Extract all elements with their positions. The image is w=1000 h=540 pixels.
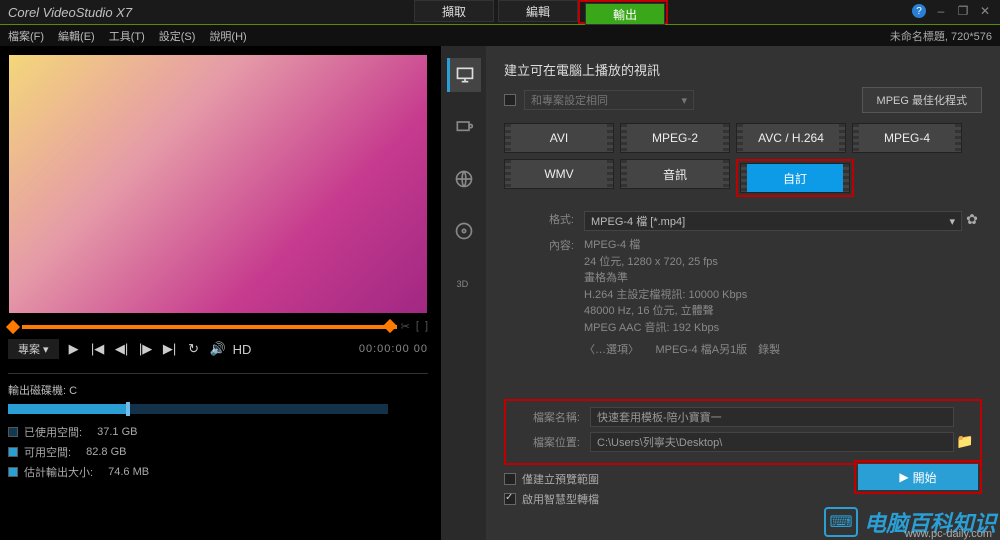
go-end-button[interactable]: ▶| [161,341,179,357]
mpeg-optimizer-button[interactable]: MPEG 最佳化程式 [862,87,982,113]
svg-text:3D: 3D [456,279,468,289]
watermark-logo-icon: ⌨ [824,507,858,537]
preview-only-label: 僅建立預覽範圍 [522,471,599,487]
format-label: 格式: [504,211,584,227]
chevron-down-icon: ▾ [949,215,955,228]
legend-used: 已使用空間: 37.1 GB [8,424,428,440]
project-status: 未命名標題, 720*576 [890,28,992,44]
menu-edit[interactable]: 編輯(E) [58,28,95,44]
sidetab-web[interactable] [447,162,481,196]
smart-render-label: 啟用智慧型轉檔 [522,491,599,507]
profile-dropdown[interactable]: 和專案設定相同▾ [524,90,694,110]
start-button[interactable]: ▶ 開始 [858,464,978,490]
highlight-start-button: ▶ 開始 [854,460,982,494]
swatch-used [8,427,18,437]
preview-only-checkbox[interactable] [504,473,516,485]
chevron-down-icon: ▾ [681,94,687,107]
smart-render-checkbox[interactable] [504,493,516,505]
preview-viewport[interactable] [8,54,428,314]
timeline-scrubber[interactable] [22,325,397,329]
format-grid: AVI MPEG-2 AVC / H.264 MPEG-4 WMV 音訊 自訂 [504,123,982,197]
content-details: MPEG-4 檔 24 位元, 1280 x 720, 25 fps 畫格為準 … [584,237,962,336]
tab-output[interactable]: 輸出 [585,3,665,25]
content-label: 內容: [504,237,584,253]
highlight-file-paths: 檔案名稱: 檔案位置: 📁 [504,399,982,465]
menu-file[interactable]: 檔案(F) [8,28,44,44]
format-mpeg4[interactable]: MPEG-4 [852,123,962,153]
output-category-tabs: 3D [440,46,486,540]
browse-folder-icon[interactable]: 📁 [954,433,976,450]
close-button[interactable]: ✕ [978,4,992,18]
location-input[interactable] [590,432,954,452]
play-button[interactable]: ▶ [65,341,83,357]
prev-frame-button[interactable]: ◀| [113,341,131,357]
location-label: 檔案位置: [510,434,590,450]
tab-capture[interactable]: 擷取 [414,0,494,22]
preview-pane: ✂ [ ] 專案 ▾ ▶ |◀ ◀| |▶ ▶| ↻ 🔊 HD 00:00:00… [0,46,440,540]
loop-button[interactable]: ↻ [185,341,203,357]
content-footer: 〈…選項〉 MPEG-4 檔A另1版 錄製 [584,342,962,359]
disk-title: 輸出磁碟機: C [8,382,428,398]
watermark-url: www.pc-daily.com [905,528,992,540]
pane-title: 建立可在電腦上播放的視訊 [504,60,982,79]
cut-icon[interactable]: ✂ [401,320,410,333]
mark-out-icon[interactable]: ] [425,320,428,333]
format-avc[interactable]: AVC / H.264 [736,123,846,153]
maximize-button[interactable]: ❐ [956,4,970,18]
minimize-button[interactable]: – [934,4,948,18]
app-title: Corel VideoStudio X7 [8,5,132,20]
same-as-project-checkbox[interactable] [504,94,516,106]
help-icon[interactable]: ? [912,4,926,18]
tab-edit[interactable]: 編輯 [498,0,578,22]
menu-help[interactable]: 說明(H) [209,28,246,44]
timeline-start-marker[interactable] [6,319,20,333]
hd-toggle[interactable]: HD [233,342,251,357]
output-settings-pane: 建立可在電腦上播放的視訊 和專案設定相同▾ MPEG 最佳化程式 AVI MPE… [486,46,1000,540]
volume-button[interactable]: 🔊 [209,341,227,357]
project-mode-label[interactable]: 專案 ▾ [8,339,59,359]
highlight-output-tab: 輸出 [578,0,668,24]
format-dropdown[interactable]: MPEG-4 檔 [*.mp4]▾ [584,211,962,231]
menu-settings[interactable]: 設定(S) [159,28,196,44]
sidetab-disc[interactable] [447,214,481,248]
sidetab-computer[interactable] [447,58,481,92]
go-start-button[interactable]: |◀ [89,341,107,357]
filename-input[interactable] [590,407,954,427]
format-avi[interactable]: AVI [504,123,614,153]
format-audio[interactable]: 音訊 [620,159,730,189]
format-wmv[interactable]: WMV [504,159,614,189]
swatch-estimate [8,467,18,477]
format-custom[interactable]: 自訂 [740,163,850,193]
format-settings-gear-icon[interactable]: ✿ [962,211,982,228]
format-mpeg2[interactable]: MPEG-2 [620,123,730,153]
highlight-custom-format: 自訂 [736,159,854,197]
time-readout: 00:00:00 00 [359,343,428,355]
sidetab-3d[interactable]: 3D [447,266,481,300]
menu-tools[interactable]: 工具(T) [109,28,145,44]
disk-usage-bar [8,404,388,414]
next-frame-button[interactable]: |▶ [137,341,155,357]
swatch-free [8,447,18,457]
legend-estimate: 估計輸出大小: 74.6 MB [8,464,428,480]
sidetab-device[interactable] [447,110,481,144]
mark-in-icon[interactable]: [ [416,320,419,333]
filename-label: 檔案名稱: [510,409,590,425]
timeline-end-marker[interactable] [383,318,397,332]
legend-free: 可用空間: 82.8 GB [8,444,428,460]
